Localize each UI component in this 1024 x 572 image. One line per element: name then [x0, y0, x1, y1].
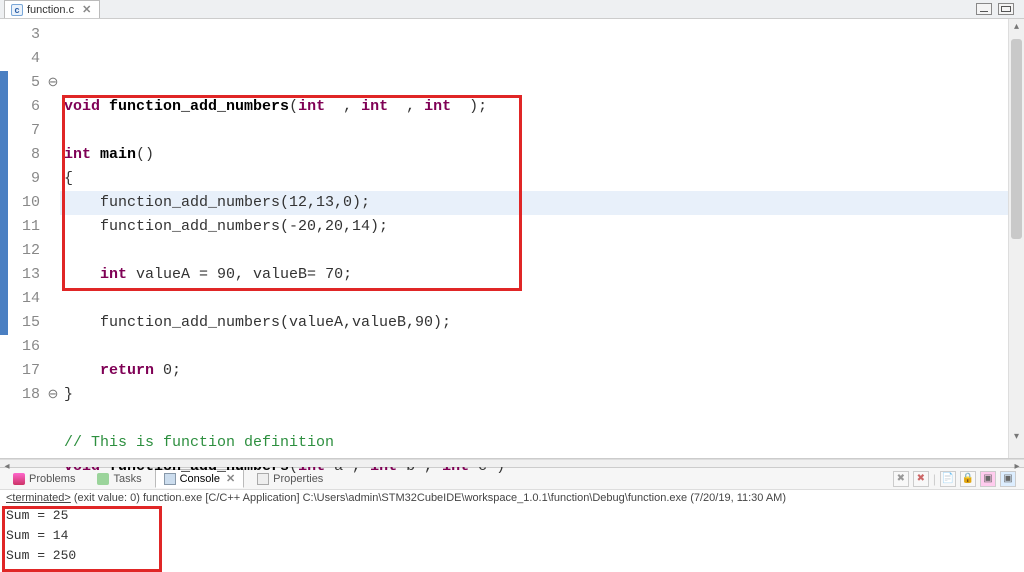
fold-marker[interactable]: ⊖ — [46, 383, 60, 407]
pane-controls — [976, 3, 1024, 15]
fold-marker — [46, 95, 60, 119]
line-number: 14 — [14, 287, 46, 311]
code-editor[interactable]: 3456789101112131415161718 ⊖⊖ void functi… — [0, 19, 1024, 459]
fold-marker[interactable]: ⊖ — [46, 71, 60, 95]
line-number: 13 — [14, 263, 46, 287]
scrollbar-thumb[interactable] — [1011, 39, 1022, 239]
fold-marker — [46, 287, 60, 311]
problems-icon — [13, 473, 25, 485]
code-line[interactable]: // This is function definition — [60, 431, 1008, 455]
line-number: 3 — [14, 23, 46, 47]
minimize-pane-button[interactable] — [976, 3, 992, 15]
c-file-icon: c — [11, 4, 23, 16]
fold-marker — [46, 167, 60, 191]
editor-tab-function-c[interactable]: c function.c ✕ — [4, 0, 100, 18]
vertical-scrollbar[interactable]: ▴ ▾ — [1008, 19, 1024, 458]
fold-gutter: ⊖⊖ — [46, 19, 60, 458]
scroll-left-icon[interactable]: ◂ — [0, 460, 14, 467]
change-marker-gutter — [0, 19, 14, 458]
line-number: 4 — [14, 47, 46, 71]
horizontal-scrollbar[interactable]: ◂ ▸ — [0, 459, 1024, 467]
line-number: 7 — [14, 119, 46, 143]
terminated-line: <terminated> (exit value: 0) function.ex… — [6, 492, 1018, 504]
fold-marker — [46, 359, 60, 383]
line-number: 11 — [14, 215, 46, 239]
scroll-right-icon[interactable]: ▸ — [1010, 460, 1024, 467]
code-line[interactable] — [60, 119, 1008, 143]
line-number: 9 — [14, 167, 46, 191]
code-line[interactable]: function_add_numbers(valueA,valueB,90); — [60, 311, 1008, 335]
code-line[interactable]: } — [60, 383, 1008, 407]
tab-filename: function.c — [27, 4, 74, 16]
line-number: 8 — [14, 143, 46, 167]
maximize-pane-button[interactable] — [998, 3, 1014, 15]
scroll-up-icon[interactable]: ▴ — [1009, 21, 1024, 32]
line-number: 5 — [14, 71, 46, 95]
code-line[interactable] — [60, 239, 1008, 263]
code-line[interactable]: int valueA = 90, valueB= 70; — [60, 263, 1008, 287]
console-line: Sum = 14 — [6, 526, 1018, 546]
editor-tab-bar: c function.c ✕ — [0, 0, 1024, 19]
code-line[interactable]: function_add_numbers(-20,20,14); — [60, 215, 1008, 239]
fold-marker — [46, 119, 60, 143]
close-icon[interactable]: ✕ — [82, 3, 91, 16]
code-line[interactable]: { — [60, 167, 1008, 191]
fold-marker — [46, 311, 60, 335]
scroll-down-icon[interactable]: ▾ — [1009, 431, 1024, 442]
code-line[interactable]: return 0; — [60, 359, 1008, 383]
fold-marker — [46, 335, 60, 359]
console-line: Sum = 250 — [6, 546, 1018, 566]
line-number: 17 — [14, 359, 46, 383]
code-line[interactable]: function_add_numbers(12,13,0); — [60, 191, 1008, 215]
fold-marker — [46, 23, 60, 47]
fold-marker — [46, 215, 60, 239]
console-output[interactable]: <terminated> (exit value: 0) function.ex… — [0, 490, 1024, 568]
line-number: 6 — [14, 95, 46, 119]
code-line[interactable] — [60, 287, 1008, 311]
line-number: 15 — [14, 311, 46, 335]
fold-marker — [46, 143, 60, 167]
code-line[interactable]: int main() — [60, 143, 1008, 167]
code-line[interactable]: void function_add_numbers(int , int , in… — [60, 95, 1008, 119]
fold-marker — [46, 263, 60, 287]
fold-marker — [46, 47, 60, 71]
fold-marker — [46, 191, 60, 215]
line-number: 12 — [14, 239, 46, 263]
line-number: 18 — [14, 383, 46, 407]
code-line[interactable] — [60, 407, 1008, 431]
code-line[interactable] — [60, 335, 1008, 359]
code-content[interactable]: void function_add_numbers(int , int , in… — [60, 19, 1008, 458]
console-line: Sum = 25 — [6, 506, 1018, 526]
line-number: 10 — [14, 191, 46, 215]
fold-marker — [46, 239, 60, 263]
line-number: 16 — [14, 335, 46, 359]
line-number-gutter: 3456789101112131415161718 — [14, 19, 46, 458]
